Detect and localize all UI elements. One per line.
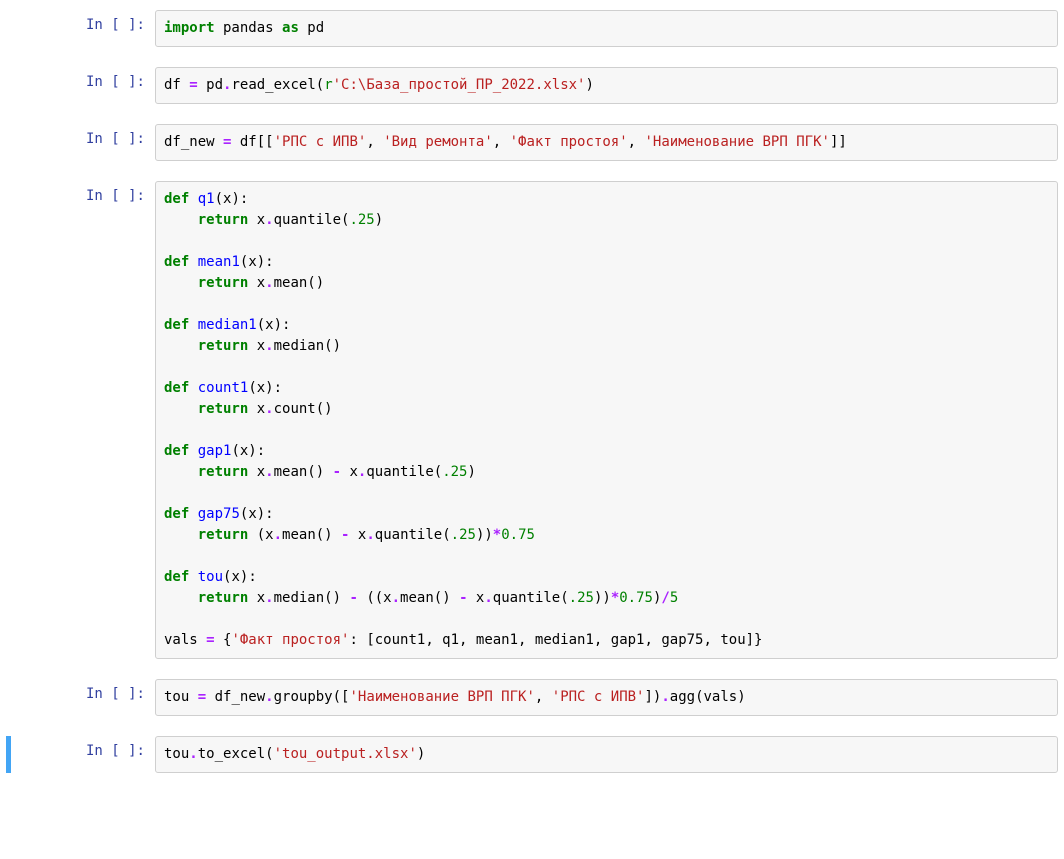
code-input-area[interactable]: df = pd.read_excel(r'C:\База_простой_ПР_… [155,67,1058,104]
prompt-label: In [ ]: [15,736,155,759]
code-content[interactable]: def q1(x): return x.quantile(.25) def me… [164,189,1049,651]
prompt-label: In [ ]: [15,181,155,204]
code-content[interactable]: tou.to_excel('tou_output.xlsx') [164,744,1049,765]
prompt-label: In [ ]: [15,67,155,90]
code-cell-3[interactable]: In [ ]: def q1(x): return x.quantile(.25)… [6,181,1058,659]
code-content[interactable]: df_new = df[['РПС с ИПВ', 'Вид ремонта',… [164,132,1049,153]
code-cell-2[interactable]: In [ ]: df_new = df[['РПС с ИПВ', 'Вид ре… [6,124,1058,161]
code-content[interactable]: df = pd.read_excel(r'C:\База_простой_ПР_… [164,75,1049,96]
prompt-label: In [ ]: [15,10,155,33]
code-cell-5[interactable]: In [ ]: tou.to_excel('tou_output.xlsx') [6,736,1058,773]
code-cell-0[interactable]: In [ ]: import pandas as pd [6,10,1058,47]
code-input-area[interactable]: def q1(x): return x.quantile(.25) def me… [155,181,1058,659]
code-input-area[interactable]: import pandas as pd [155,10,1058,47]
code-input-area[interactable]: tou = df_new.groupby(['Наименование ВРП … [155,679,1058,716]
code-cell-1[interactable]: In [ ]: df = pd.read_excel(r'C:\База_прос… [6,67,1058,104]
code-content[interactable]: import pandas as pd [164,18,1049,39]
code-content[interactable]: tou = df_new.groupby(['Наименование ВРП … [164,687,1049,708]
prompt-label: In [ ]: [15,679,155,702]
code-input-area[interactable]: tou.to_excel('tou_output.xlsx') [155,736,1058,773]
code-input-area[interactable]: df_new = df[['РПС с ИПВ', 'Вид ремонта',… [155,124,1058,161]
code-cell-4[interactable]: In [ ]: tou = df_new.groupby(['Наименован… [6,679,1058,716]
notebook-cells: In [ ]: import pandas as pd In [ ]: df = pd… [6,10,1058,773]
prompt-label: In [ ]: [15,124,155,147]
